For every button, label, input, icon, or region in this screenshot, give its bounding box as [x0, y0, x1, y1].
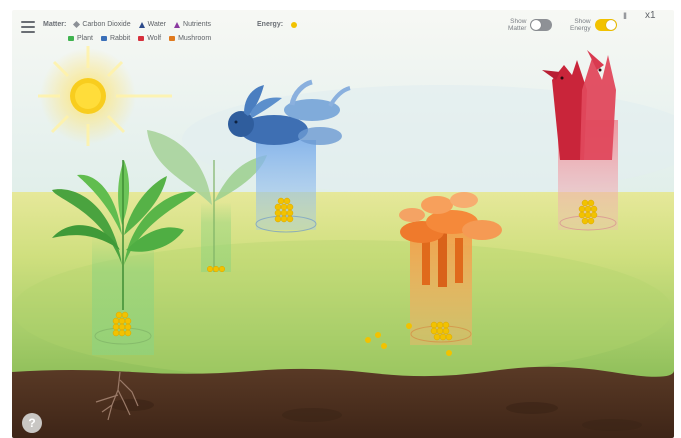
- legend-carbon-dioxide: Carbon Dioxide: [73, 20, 131, 29]
- matter-legend: Matter: Carbon Dioxide Water Nutrients: [43, 20, 211, 29]
- nutrients-triangle-icon: [174, 21, 181, 28]
- matter-label: Matter:: [43, 21, 67, 28]
- legend-rabbit: Rabbit: [100, 35, 130, 42]
- show-energy-toggle[interactable]: [594, 19, 617, 31]
- energy-cluster-mushroom: [430, 321, 453, 341]
- energy-label: Energy:: [257, 21, 284, 28]
- energy-dot-icon: [291, 21, 298, 28]
- toggle-knob: [605, 20, 616, 30]
- menu-icon[interactable]: [21, 21, 35, 33]
- top-bar: Matter: Carbon Dioxide Water Nutrients E…: [12, 10, 674, 50]
- wolf-swatch-icon: [138, 36, 145, 41]
- water-triangle-icon: [138, 21, 145, 28]
- speed-button[interactable]: x1: [645, 10, 656, 21]
- legend-nutrients: Nutrients: [174, 21, 211, 28]
- mushroom-swatch-icon: [169, 36, 176, 41]
- pause-button[interactable]: II: [623, 11, 627, 21]
- energy-legend: Energy:: [257, 21, 298, 28]
- plant-swatch-icon: [68, 36, 74, 41]
- toggle-knob: [531, 20, 542, 30]
- show-energy-label: Show Energy: [570, 18, 591, 32]
- show-matter-control: Show Matter: [508, 18, 553, 32]
- legend-wolf: Wolf: [138, 35, 161, 42]
- show-matter-label: Show Matter: [508, 18, 527, 32]
- diamond-icon: [73, 20, 81, 29]
- show-matter-toggle[interactable]: [530, 19, 553, 31]
- scene-frame: [12, 10, 674, 438]
- ecosystem-scene: [12, 10, 674, 438]
- legend-mushroom: Mushroom: [169, 35, 211, 42]
- organism-legend: Plant Rabbit Wolf Mushroom: [68, 35, 211, 42]
- legend-plant: Plant: [68, 35, 93, 42]
- soil: [12, 366, 674, 438]
- energy-cluster-small-plant: [206, 265, 226, 273]
- show-energy-control: Show Energy: [570, 18, 617, 32]
- rabbit-swatch-icon: [100, 36, 107, 41]
- legend-water: Water: [138, 21, 166, 28]
- ecosystem-sim-view: Matter: Carbon Dioxide Water Nutrients E…: [0, 0, 681, 438]
- help-button[interactable]: ?: [22, 413, 42, 433]
